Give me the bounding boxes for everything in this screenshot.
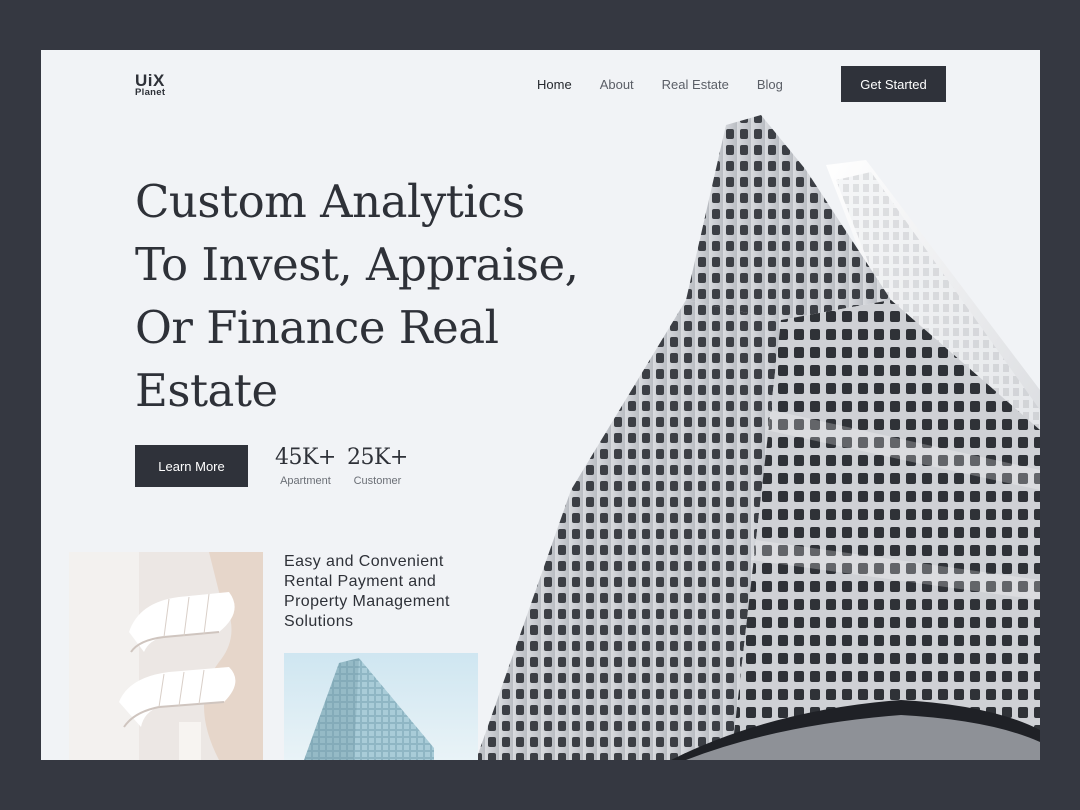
glass-tower-image[interactable]: [284, 653, 478, 760]
stat-label: Customer: [353, 475, 402, 487]
nav-item-blog[interactable]: Blog: [757, 77, 783, 92]
landing-page-card: UiX Planet Home About Real Estate Blog G…: [41, 50, 1040, 760]
hero-headline: Custom Analytics To Invest, Appraise, Or…: [135, 170, 625, 422]
stat-customer: 25K+ Customer: [347, 445, 408, 487]
feature-line: Rental Payment and: [284, 573, 437, 590]
main-nav: Home About Real Estate Blog: [537, 77, 783, 92]
learn-more-button[interactable]: Learn More: [135, 445, 248, 487]
stat-label: Apartment: [280, 475, 331, 487]
feature-line: Solutions: [284, 613, 354, 630]
nav-item-about[interactable]: About: [600, 77, 634, 92]
stat-value: 45K+: [275, 445, 336, 470]
headline-line: To Invest, Appraise,: [135, 238, 579, 291]
brand-sub: Planet: [135, 87, 166, 98]
curved-building-image[interactable]: [69, 552, 263, 760]
brand-logo[interactable]: UiX Planet: [135, 72, 165, 98]
nav-item-home[interactable]: Home: [537, 77, 572, 92]
feature-text: Easy and Convenient Rental Payment and P…: [284, 552, 494, 632]
get-started-button[interactable]: Get Started: [841, 66, 946, 102]
headline-line: Or Finance Real: [135, 301, 499, 354]
stat-value: 25K+: [347, 445, 408, 470]
nav-item-real-estate[interactable]: Real Estate: [662, 77, 729, 92]
headline-line: Estate: [135, 364, 278, 417]
feature-line: Easy and Convenient: [284, 553, 444, 570]
stat-apartment: 45K+ Apartment: [275, 445, 336, 487]
feature-line: Property Management: [284, 593, 450, 610]
headline-line: Custom Analytics: [135, 175, 525, 228]
